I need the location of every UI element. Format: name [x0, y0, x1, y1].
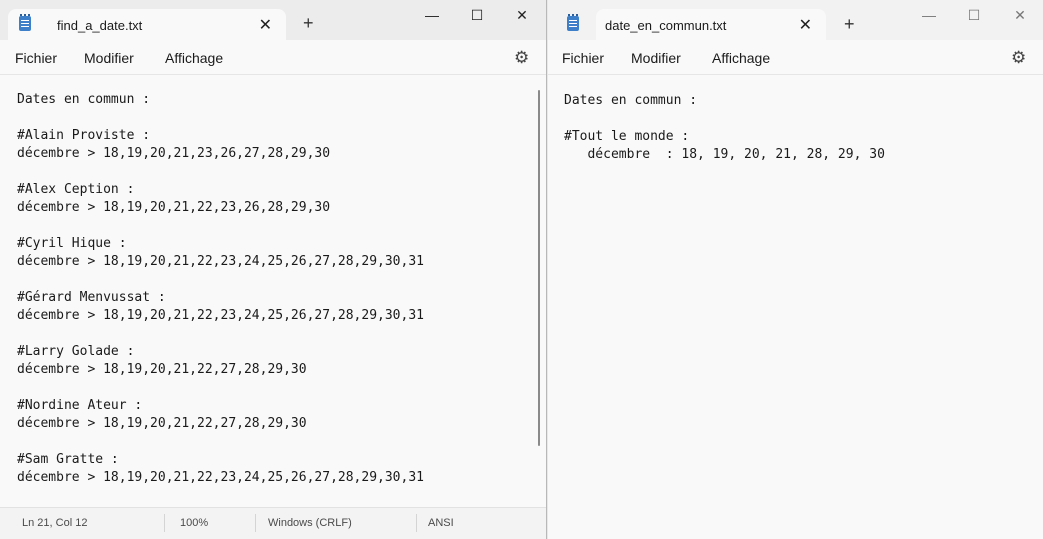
encoding: ANSI: [428, 517, 454, 529]
tab-date-en-commun[interactable]: date_en_commun.txt ✕: [596, 9, 826, 40]
status-divider: [416, 514, 417, 532]
new-tab-button[interactable]: +: [844, 14, 855, 35]
notepad-window-date-en-commun: date_en_commun.txt ✕ + — ☐ ✕ Fichier Mod…: [548, 0, 1043, 539]
menu-fichier[interactable]: Fichier: [15, 50, 57, 66]
new-tab-button[interactable]: +: [303, 13, 314, 34]
close-tab-icon[interactable]: ✕: [259, 15, 272, 35]
menu-bar: Fichier Modifier Affichage ⚙: [0, 40, 546, 75]
gear-icon[interactable]: ⚙: [514, 48, 529, 68]
title-bar: find_a_date.txt ✕ + — ☐ ✕: [0, 0, 546, 40]
maximize-button[interactable]: ☐: [951, 4, 997, 26]
line-ending: Windows (CRLF): [268, 517, 352, 529]
zoom-level: 100%: [180, 517, 209, 529]
vertical-scrollbar[interactable]: [538, 90, 540, 446]
maximize-button[interactable]: ☐: [454, 4, 500, 26]
minimize-button[interactable]: —: [906, 4, 952, 26]
status-divider: [164, 514, 165, 532]
close-tab-icon[interactable]: ✕: [799, 15, 812, 35]
title-bar: date_en_commun.txt ✕ + — ☐ ✕: [548, 0, 1043, 40]
menu-modifier[interactable]: Modifier: [631, 50, 681, 66]
menu-affichage[interactable]: Affichage: [165, 50, 223, 66]
menu-fichier[interactable]: Fichier: [562, 50, 604, 66]
cursor-position: Ln 21, Col 12: [22, 517, 88, 529]
close-window-button[interactable]: ✕: [997, 4, 1043, 26]
menu-affichage[interactable]: Affichage: [712, 50, 770, 66]
minimize-button[interactable]: —: [409, 4, 455, 26]
menu-modifier[interactable]: Modifier: [84, 50, 134, 66]
text-editor[interactable]: Dates en commun : #Tout le monde : décem…: [548, 75, 1043, 539]
status-bar: Ln 21, Col 12 100% Windows (CRLF) ANSI: [0, 507, 546, 539]
tab-find-a-date[interactable]: find_a_date.txt ✕: [8, 9, 286, 40]
menu-bar: Fichier Modifier Affichage ⚙: [548, 40, 1043, 75]
notepad-icon: [19, 14, 31, 31]
status-divider: [255, 514, 256, 532]
notepad-icon: [567, 14, 579, 31]
close-window-button[interactable]: ✕: [499, 4, 545, 26]
notepad-window-find-a-date: find_a_date.txt ✕ + — ☐ ✕ Fichier Modifi…: [0, 0, 547, 539]
tab-label: date_en_commun.txt: [605, 18, 727, 33]
text-editor[interactable]: Dates en commun : #Alain Proviste : déce…: [0, 75, 546, 507]
tab-label: find_a_date.txt: [57, 18, 143, 33]
gear-icon[interactable]: ⚙: [1011, 48, 1026, 68]
